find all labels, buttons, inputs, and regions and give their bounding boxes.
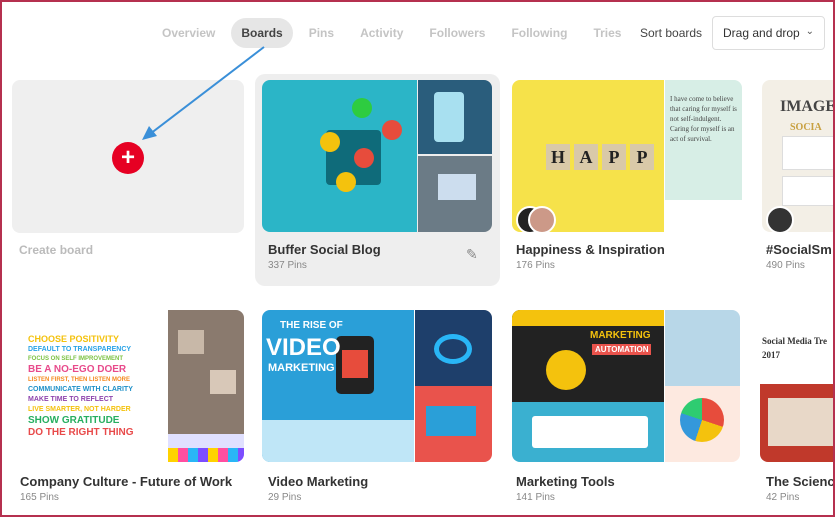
culture-value-line: BE A NO-EGO DOER (28, 364, 127, 375)
scrabble-tile: P (602, 144, 626, 170)
scrabble-tile: H (546, 144, 570, 170)
board-pin-count: 42 Pins (766, 492, 800, 503)
cover-headline: VIDEO (266, 334, 341, 361)
board-marketing-tools[interactable]: MARKETING AUTOMATION Marketing Tools 141… (512, 310, 744, 510)
culture-value-line: DO THE RIGHT THING (28, 427, 134, 438)
board-pin-count: 490 Pins (766, 260, 805, 271)
board-pin-count: 165 Pins (20, 492, 59, 503)
board-pin-count: 176 Pins (516, 260, 555, 271)
collaborator-avatar (528, 206, 556, 234)
cover-quote: I have come to believe that caring for m… (670, 95, 737, 143)
culture-value-line: LIVE SMARTER, NOT HARDER (28, 406, 131, 413)
board-title: Video Marketing (268, 474, 369, 489)
cover-headline: THE RISE OF (280, 320, 343, 331)
scrabble-tiles: H A P P (546, 144, 654, 170)
collaborator-avatar (766, 206, 794, 234)
culture-value-line: DEFAULT TO TRANSPARENCY (28, 346, 132, 353)
scrabble-tile: A (574, 144, 598, 170)
board-video-marketing[interactable]: THE RISE OF VIDEO MARKETING Video Market… (262, 310, 494, 510)
board-the-science[interactable]: Social Media Tre 2017 The Scienc 42 Pins (760, 310, 835, 510)
board-buffer-social-blog[interactable]: Buffer Social Blog 337 Pins (262, 80, 494, 280)
culture-value-line: COMMUNICATE WITH CLARITY (28, 386, 133, 393)
board-pin-count: 29 Pins (268, 492, 302, 503)
cover-headline: MARKETING (268, 362, 335, 374)
culture-value-line: MAKE TIME TO REFLECT (28, 396, 114, 403)
board-title: The Scienc (766, 474, 835, 489)
cover-headline: AUTOMATION (592, 344, 652, 355)
culture-value-line: LISTEN FIRST, THEN LISTEN MORE (28, 377, 131, 383)
board-happiness-inspiration[interactable]: H A P P I have come to believe that cari… (512, 80, 744, 280)
board-title: Company Culture - Future of Work (20, 474, 233, 489)
board-company-culture[interactable]: CHOOSE POSITIVITY DEFAULT TO TRANSPARENC… (18, 310, 250, 510)
screenshot-frame: Overview Boards Pins Activity Followers … (0, 0, 835, 517)
board-title: #SocialSm (766, 242, 832, 257)
cover-headline: MARKETING (590, 330, 651, 341)
culture-value-line: SHOW GRATITUDE (28, 415, 120, 426)
board-cover (760, 310, 833, 462)
board-title: Buffer Social Blog (268, 242, 381, 257)
edit-pencil-icon[interactable]: ✎ (466, 246, 478, 263)
culture-value-line: CHOOSE POSITIVITY (28, 334, 120, 344)
board-socialsm[interactable]: IMAGE SOCIA #SocialSm 490 Pins (762, 80, 835, 280)
culture-value-line: FOCUS ON SELF IMPROVEMENT (28, 356, 124, 362)
board-title: Happiness & Inspiration (516, 242, 665, 257)
board-cover (262, 80, 492, 232)
cover-headline: Social Media Tre 2017 (762, 336, 827, 360)
scrabble-tile: P (630, 144, 654, 170)
board-pin-count: 337 Pins (268, 260, 307, 271)
board-cover (262, 310, 492, 462)
board-title: Marketing Tools (516, 474, 615, 489)
cover-heading: IMAGE (780, 98, 835, 115)
cover-subheading: SOCIA (790, 122, 822, 133)
culture-values-list: CHOOSE POSITIVITY DEFAULT TO TRANSPARENC… (28, 334, 164, 439)
board-pin-count: 141 Pins (516, 492, 555, 503)
